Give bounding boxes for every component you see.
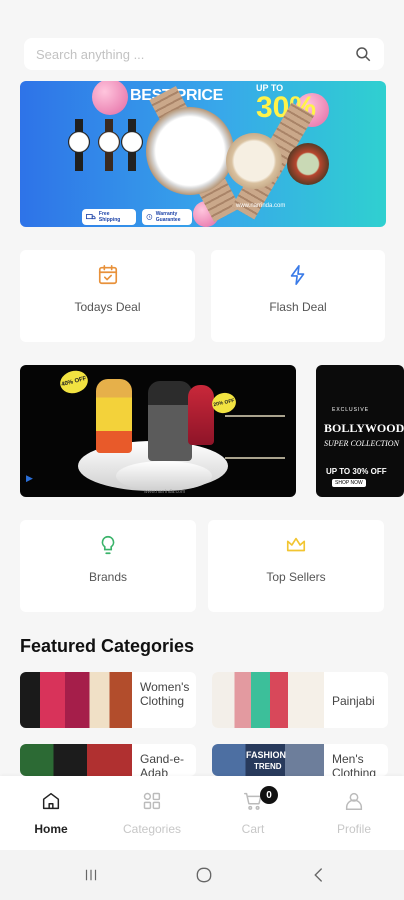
hero-banner[interactable]: BEST PRICE UP TO 30% Free Shipping Warra…	[20, 81, 386, 227]
warranty-badge-label: Warranty Guarantee	[155, 211, 181, 223]
category-card-womens[interactable]: Women's Clothing	[20, 672, 196, 728]
banner-website: www.narrinda.com	[236, 203, 286, 209]
recents-icon[interactable]	[82, 866, 100, 884]
nav-home-label: Home	[34, 822, 68, 836]
top-sellers-card[interactable]: Top Sellers	[208, 520, 384, 612]
promo-banner-2[interactable]: EXCLUSIVE BOLLYWOOD BRIDAL SUPER COLLECT…	[316, 365, 404, 497]
nav-home[interactable]: Home	[6, 790, 96, 836]
promo-banner-1[interactable]: 40% OFF 20% OFF www.narrinda.com ▶	[20, 365, 296, 497]
category-thumbnail	[20, 672, 132, 728]
watch-image	[98, 131, 120, 153]
bottom-nav: Home Categories 0 Cart Profile	[0, 776, 404, 850]
grid-icon	[143, 792, 161, 810]
watch-image	[146, 107, 234, 195]
nav-cart-label: Cart	[241, 822, 265, 836]
warranty-badge: Warranty Guarantee	[142, 209, 192, 225]
category-card-painjabi[interactable]: Painjabi	[212, 672, 388, 728]
promo-website: www.narrinda.com	[144, 489, 186, 495]
urdu-calligraphy	[225, 415, 285, 459]
decor-bubble	[92, 81, 128, 115]
shipping-badge: Free Shipping	[82, 209, 136, 225]
category-thumbnail: FASHION TREND	[212, 744, 324, 776]
home-icon	[42, 792, 60, 810]
play-icon: ▶	[26, 473, 33, 483]
watch-image	[121, 131, 143, 153]
category-card-gand-e-adab[interactable]: Gand-e-Adab	[20, 744, 196, 776]
truck-icon	[86, 214, 96, 220]
promo2-offer: UP TO 30% OFF	[326, 467, 387, 476]
flash-deal-card[interactable]: Flash Deal	[211, 250, 385, 342]
category-name: Men's Clothing	[332, 752, 377, 776]
nav-categories-label: Categories	[122, 822, 182, 836]
category-card-mens[interactable]: FASHION TREND Men's Clothing	[212, 744, 388, 776]
category-name: Women's Clothing	[140, 680, 190, 708]
promo2-eyebrow: EXCLUSIVE	[332, 407, 370, 413]
search-input[interactable]: Search anything ...	[36, 47, 354, 62]
lightning-icon	[290, 265, 305, 285]
brands-card[interactable]: Brands	[20, 520, 196, 612]
nav-cart[interactable]: 0 Cart	[208, 786, 298, 836]
home-circle-icon[interactable]	[194, 865, 214, 885]
nav-categories[interactable]: Categories	[107, 790, 197, 836]
search-bar[interactable]: Search anything ...	[24, 38, 384, 70]
discount-tag-1: 40% OFF	[57, 367, 91, 397]
back-icon[interactable]	[310, 866, 328, 884]
calendar-icon	[98, 265, 117, 285]
trend-text: TREND	[254, 762, 282, 771]
model-figure	[96, 379, 132, 453]
model-figure	[148, 381, 192, 461]
promo2-cta[interactable]: SHOP NOW	[332, 479, 366, 487]
nav-profile[interactable]: Profile	[309, 790, 399, 836]
bulb-icon	[101, 535, 115, 555]
promo2-subtitle: SUPER COLLECTION	[324, 439, 399, 448]
watch-image	[226, 133, 282, 189]
model-figure	[188, 385, 214, 445]
category-name: Painjabi	[332, 694, 375, 708]
todays-deal-label: Todays Deal	[74, 300, 141, 314]
display-stage	[116, 461, 212, 491]
system-nav-bar	[0, 850, 404, 900]
watch-image	[287, 143, 329, 185]
clock-icon	[146, 214, 153, 220]
flash-deal-label: Flash Deal	[269, 300, 327, 314]
shipping-badge-label: Free Shipping	[98, 211, 121, 223]
crown-icon	[286, 537, 306, 552]
cart-count-badge: 0	[260, 786, 278, 804]
category-thumbnail	[212, 672, 324, 728]
featured-categories-title: Featured Categories	[20, 636, 195, 656]
nav-profile-label: Profile	[336, 822, 371, 836]
search-icon[interactable]	[354, 45, 372, 63]
category-thumbnail	[20, 744, 132, 776]
category-name: Gand-e-Adab	[140, 752, 185, 776]
top-sellers-label: Top Sellers	[266, 570, 326, 584]
fashion-text: FASHION	[246, 750, 287, 760]
todays-deal-card[interactable]: Todays Deal	[20, 250, 195, 342]
discount-tag-2: 20% OFF	[210, 390, 238, 416]
promo2-title: BOLLYWOOD BRIDAL	[324, 421, 404, 435]
person-icon	[345, 792, 363, 810]
brands-label: Brands	[88, 570, 128, 584]
watch-image	[68, 131, 90, 153]
